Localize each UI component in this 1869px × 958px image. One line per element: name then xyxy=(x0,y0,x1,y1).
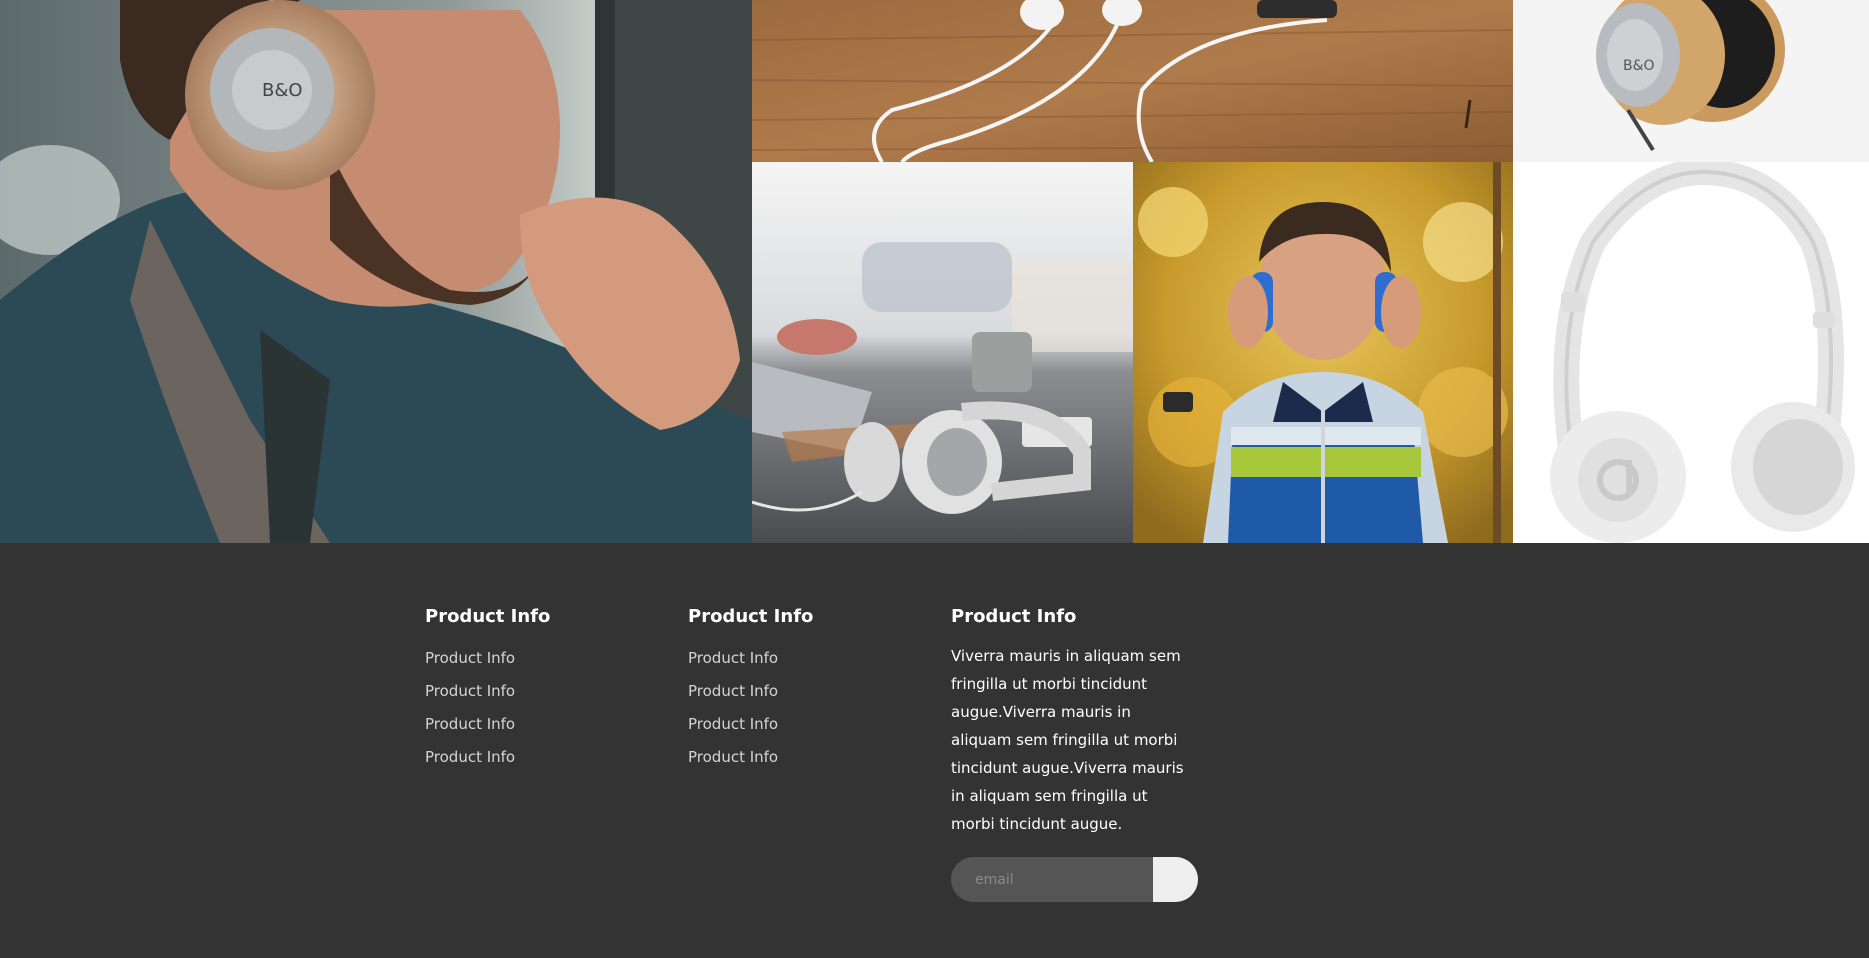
svg-text:B&O: B&O xyxy=(262,80,303,101)
man-with-headphones-photo: B&O xyxy=(0,0,752,543)
footer-column-heading: Product Info xyxy=(425,606,551,627)
footer-link[interactable]: Product Info xyxy=(425,675,655,708)
footer-column-3: Product Info Viverra mauris in aliquam s… xyxy=(951,606,1211,838)
footer-link[interactable]: Product Info xyxy=(425,642,655,675)
boy-with-headphones-photo xyxy=(1133,162,1513,543)
page: B&O B&O Product Info Product Info Produc… xyxy=(0,0,1869,958)
earbuds-on-wood-photo xyxy=(752,0,1513,162)
image-gallery: B&O B&O xyxy=(0,0,1869,543)
submit-button[interactable] xyxy=(1153,857,1198,902)
white-beats-headphones-photo xyxy=(1513,162,1869,543)
svg-text:B&O: B&O xyxy=(1623,58,1655,74)
footer-column-2: Product Info Product Info Product Info P… xyxy=(688,606,918,774)
footer: Product Info Product Info Product Info P… xyxy=(0,543,1869,958)
footer-link[interactable]: Product Info xyxy=(688,675,918,708)
footer-link[interactable]: Product Info xyxy=(688,741,918,774)
newsletter-form xyxy=(951,857,1198,902)
footer-link[interactable]: Product Info xyxy=(688,708,918,741)
footer-column-heading: Product Info xyxy=(688,606,814,627)
footer-link[interactable]: Product Info xyxy=(688,642,918,675)
footer-description: Viverra mauris in aliquam sem fringilla … xyxy=(951,647,1184,833)
email-input[interactable] xyxy=(951,857,1153,902)
footer-column-1: Product Info Product Info Product Info P… xyxy=(425,606,655,774)
footer-link[interactable]: Product Info xyxy=(425,741,655,774)
gold-headphones-photo: B&O xyxy=(1513,0,1869,162)
footer-link-list: Product Info Product Info Product Info P… xyxy=(425,642,655,774)
headphones-on-desk-photo xyxy=(752,162,1133,543)
footer-link-list: Product Info Product Info Product Info P… xyxy=(688,642,918,774)
footer-column-heading: Product Info xyxy=(951,606,1077,627)
footer-link[interactable]: Product Info xyxy=(425,708,655,741)
